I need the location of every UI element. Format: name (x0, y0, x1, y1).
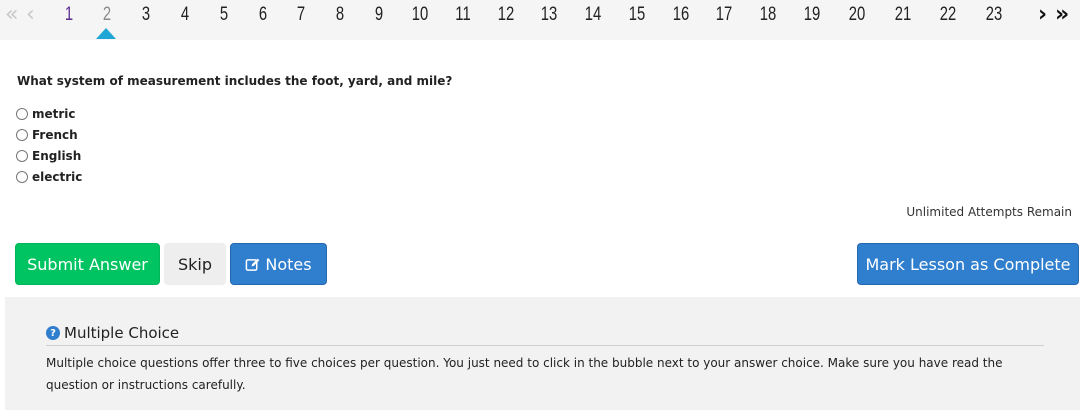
choice-electric[interactable]: electric (16, 166, 82, 187)
chevron-right-icon[interactable]: › (1038, 0, 1047, 30)
page-link-8[interactable]: 8 (328, 0, 351, 30)
skip-button[interactable]: Skip (164, 243, 226, 285)
question-type-info-panel: ? Multiple Choice Multiple choice questi… (5, 297, 1080, 410)
chevron-left-icon[interactable]: ‹ (26, 0, 35, 30)
notes-button[interactable]: Notes (230, 243, 327, 285)
question-text: What system of measurement includes the … (17, 74, 453, 88)
page-link-11[interactable]: 11 (451, 0, 474, 30)
choice-label: metric (32, 106, 76, 121)
answer-choices: metric French English electric (16, 103, 82, 187)
page-link-14[interactable]: 14 (581, 0, 604, 30)
page-link-21[interactable]: 21 (891, 0, 914, 30)
radio-button[interactable] (16, 107, 28, 120)
page-link-3[interactable]: 3 (134, 0, 157, 30)
page-link-10[interactable]: 10 (408, 0, 431, 30)
choice-label: French (32, 127, 78, 142)
skip-label: Skip (177, 254, 213, 274)
mark-lesson-complete-label: Mark Lesson as Complete (865, 254, 1071, 274)
choice-metric[interactable]: metric (16, 103, 82, 124)
radio-button[interactable] (16, 149, 28, 162)
page-link-7[interactable]: 7 (289, 0, 312, 30)
page-link-2[interactable]: 2 (95, 0, 118, 30)
submit-answer-label: Submit Answer (27, 254, 148, 274)
double-chevron-right-icon[interactable]: » (1055, 0, 1069, 30)
current-page-indicator (96, 28, 116, 39)
page-link-13[interactable]: 13 (537, 0, 560, 30)
info-panel-body: Multiple choice questions offer three to… (46, 356, 1003, 392)
page-link-20[interactable]: 20 (845, 0, 868, 30)
submit-answer-button[interactable]: Submit Answer (15, 243, 160, 285)
choice-label: English (32, 148, 82, 163)
edit-icon (246, 258, 260, 271)
question-circle-icon: ? (46, 326, 60, 340)
radio-button[interactable] (16, 170, 28, 183)
info-panel-header: ? Multiple Choice (46, 321, 1044, 346)
page-link-1[interactable]: 1 (57, 0, 80, 30)
page-link-15[interactable]: 15 (625, 0, 648, 30)
choice-label: electric (32, 169, 83, 184)
page-link-4[interactable]: 4 (173, 0, 196, 30)
page-link-18[interactable]: 18 (756, 0, 779, 30)
double-chevron-left-icon[interactable]: « (5, 0, 18, 30)
mark-lesson-complete-button[interactable]: Mark Lesson as Complete (857, 243, 1079, 285)
page-link-22[interactable]: 22 (936, 0, 959, 30)
page-link-5[interactable]: 5 (212, 0, 235, 30)
page-link-6[interactable]: 6 (251, 0, 274, 30)
page-link-23[interactable]: 23 (982, 0, 1005, 30)
page-link-19[interactable]: 19 (800, 0, 823, 30)
attempts-remaining: Unlimited Attempts Remain (906, 205, 1072, 219)
page-link-17[interactable]: 17 (712, 0, 735, 30)
page-link-12[interactable]: 12 (494, 0, 517, 30)
info-panel-title: Multiple Choice (64, 324, 180, 342)
choice-english[interactable]: English (16, 145, 82, 166)
question-pager: « ‹ 1 2 3 4 5 6 7 8 9 10 11 12 13 14 15 … (0, 0, 1080, 40)
notes-label: Notes (265, 254, 312, 274)
page-link-16[interactable]: 16 (669, 0, 692, 30)
page-link-9[interactable]: 9 (367, 0, 390, 30)
radio-button[interactable] (16, 128, 28, 141)
choice-french[interactable]: French (16, 124, 82, 145)
